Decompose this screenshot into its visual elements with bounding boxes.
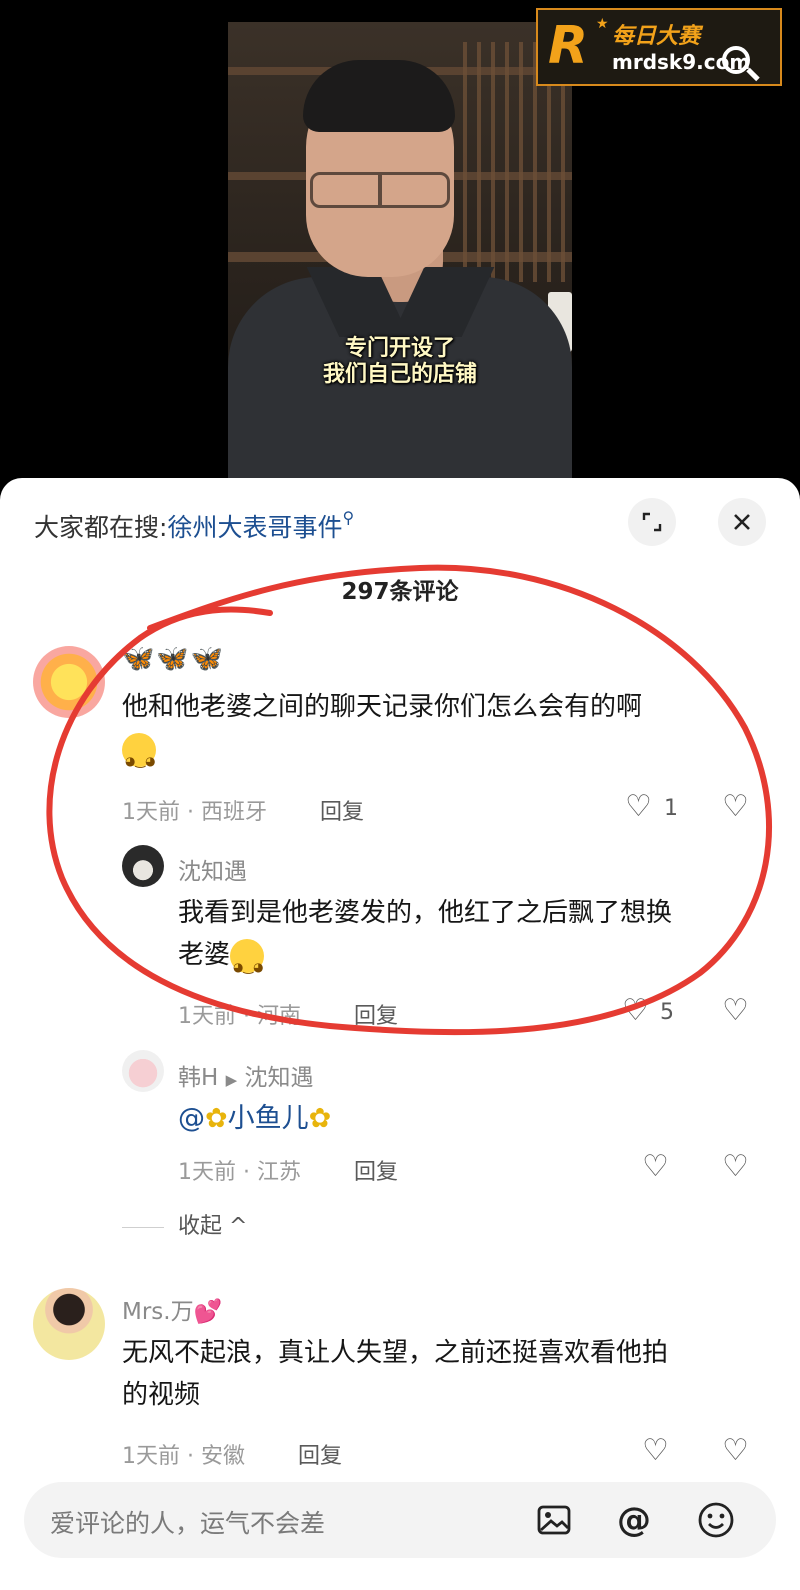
comment-meta: 1天前 · 西班牙 (122, 800, 267, 825)
sunflower-icon: ✿ (205, 1103, 228, 1134)
reply-target-name[interactable]: 沈知遇 (244, 1065, 313, 1091)
comment-sheet: 大家都在搜:徐州大表哥事件⚲ 297条评论 🦋🦋🦋 他和他老婆之间的聊天记录你们… (0, 478, 800, 1590)
avatar[interactable] (33, 646, 105, 718)
broken-heart-icon[interactable]: ♡ (722, 1436, 749, 1466)
collapse-label: 收起 ^ (178, 1214, 248, 1239)
trending-search-keyword[interactable]: 徐州大表哥事件 (167, 513, 342, 542)
comment-count: 297条评论 (341, 579, 459, 605)
commenter-name-row: Mrs.万💕 (122, 1292, 222, 1326)
reply-button[interactable]: 回复 (354, 998, 398, 1030)
trending-search[interactable]: 大家都在搜:徐州大表哥事件⚲ (34, 508, 354, 544)
reply-arrow-icon: ▶ (225, 1071, 238, 1089)
person-hair (303, 60, 455, 132)
mention-name: 小鱼儿 (227, 1103, 309, 1134)
sunflower-icon: ✿ (308, 1103, 332, 1134)
magnifier-icon (722, 46, 750, 74)
avatar[interactable] (33, 1288, 105, 1360)
comment-text-line: 无风不起浪，真让人失望，之前还挺喜欢看他拍 (122, 1338, 669, 1368)
video-player[interactable]: 专门开设了 我们自己的店铺 R ★ 每日大赛 mrdsk9.com (0, 0, 800, 490)
like-count: 5 (660, 1000, 674, 1025)
comment-input-placeholder: 爱评论的人，运气不会差 (50, 1509, 326, 1538)
comment-meta: 1天前 · 河南 (178, 1004, 301, 1029)
close-button[interactable] (718, 498, 766, 546)
smiley-icon (698, 1502, 734, 1538)
reply-button[interactable]: 回复 (354, 1154, 398, 1186)
mention-button[interactable]: @ (614, 1500, 654, 1540)
watermark-brand: 每日大赛 (612, 24, 701, 49)
star-icon: ★ (596, 16, 609, 32)
commenter-name[interactable]: 🦋🦋🦋 (122, 644, 225, 674)
reply-button[interactable]: 回复 (320, 794, 364, 826)
comment-input[interactable]: 爱评论的人，运气不会差 @ (24, 1482, 776, 1558)
mention[interactable]: @✿小鱼儿✿ (178, 1096, 331, 1135)
grin-sweat-emoji-icon (230, 938, 265, 988)
broken-heart-icon[interactable]: ♡ (722, 792, 749, 822)
comment-text: 无风不起浪，真让人失望，之前还挺喜欢看他拍 的视频 (122, 1332, 668, 1416)
avatar[interactable] (122, 845, 164, 887)
trending-search-prefix: 大家都在搜: (34, 513, 168, 542)
at-icon: @ (617, 1500, 651, 1540)
image-button[interactable] (534, 1500, 574, 1540)
comment-text-line: 我看到是他老婆发的，他红了之后飘了想换 (178, 898, 673, 928)
commenter-name[interactable]: 韩H (178, 1065, 218, 1091)
reply-header: 韩H ▶ 沈知遇 (178, 1058, 313, 1092)
mention-at: @ (178, 1103, 205, 1134)
comment-text-line: 的视频 (122, 1380, 201, 1410)
commenter-name[interactable]: Mrs.万 (122, 1299, 194, 1325)
comment-text: 我看到是他老婆发的，他红了之后飘了想换 老婆 (178, 892, 673, 988)
divider (122, 1226, 164, 1228)
pleading-emoji-icon (122, 732, 156, 782)
heart-icon[interactable]: ♡ (625, 792, 652, 822)
broken-heart-icon[interactable]: ♡ (722, 1152, 749, 1182)
comment-text: 他和他老婆之间的聊天记录你们怎么会有的啊 (122, 686, 643, 782)
expand-button[interactable] (628, 498, 676, 546)
avatar[interactable] (122, 1050, 164, 1092)
broken-heart-icon[interactable]: ♡ (722, 996, 749, 1026)
heart-icon[interactable]: ♡ (622, 996, 649, 1026)
commenter-name[interactable]: 沈知遇 (178, 852, 247, 886)
person-glasses (310, 172, 450, 208)
search-icon: ⚲ (342, 508, 355, 527)
emoji-button[interactable] (696, 1500, 736, 1540)
heart-badge-icon: 💕 (193, 1299, 223, 1325)
watermark-logo: R ★ 每日大赛 mrdsk9.com (536, 8, 782, 86)
heart-icon[interactable]: ♡ (642, 1152, 669, 1182)
image-icon (537, 1505, 571, 1535)
collapse-replies-button[interactable]: 收起 ^ (122, 1208, 247, 1240)
comment-meta: 1天前 · 江苏 (178, 1160, 301, 1185)
red-annotation-circle (46, 564, 772, 1036)
close-icon (734, 514, 750, 530)
expand-icon (642, 512, 662, 532)
watermark-logo-letter: R (548, 16, 589, 76)
reply-button[interactable]: 回复 (298, 1438, 342, 1470)
comment-meta: 1天前 · 安徽 (122, 1444, 245, 1469)
like-count: 1 (664, 796, 678, 821)
video-subtitle: 我们自己的店铺 (322, 362, 477, 387)
heart-icon[interactable]: ♡ (642, 1436, 669, 1466)
comment-text-line: 老婆 (178, 940, 231, 970)
comment-text-line: 他和他老婆之间的聊天记录你们怎么会有的啊 (122, 692, 643, 722)
video-frame: 专门开设了 我们自己的店铺 (228, 22, 572, 478)
